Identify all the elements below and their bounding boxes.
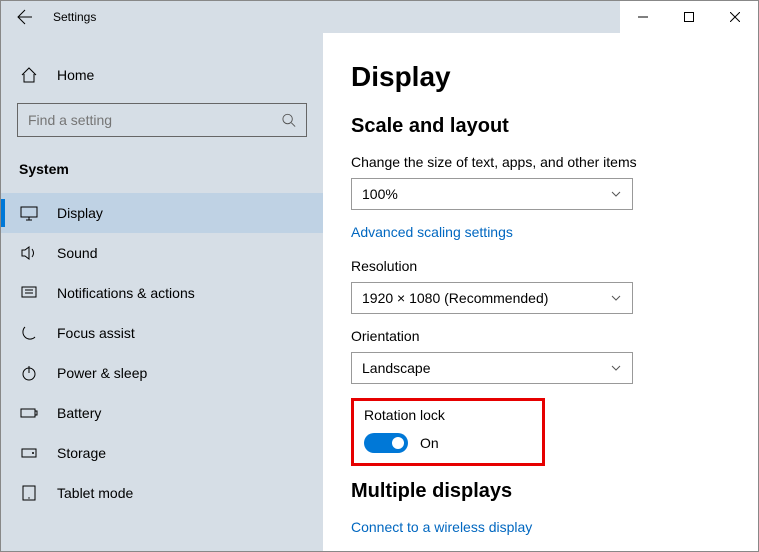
rotation-lock-state: On	[420, 435, 439, 451]
orientation-value: Landscape	[362, 360, 431, 376]
resolution-label: Resolution	[351, 258, 740, 274]
connect-wireless-link[interactable]: Connect to a wireless display	[351, 519, 532, 535]
sidebar-item-sound[interactable]: Sound	[1, 233, 323, 273]
arrow-left-icon	[17, 9, 33, 25]
window-controls	[620, 1, 758, 33]
sidebar-item-notifications[interactable]: Notifications & actions	[1, 273, 323, 313]
rotation-lock-highlight: Rotation lock On	[351, 398, 545, 466]
rotation-lock-label: Rotation lock	[364, 407, 530, 423]
display-icon	[19, 203, 39, 223]
maximize-icon	[684, 12, 694, 22]
focus-assist-icon	[19, 323, 39, 343]
sidebar-item-label: Focus assist	[57, 325, 135, 341]
scale-label: Change the size of text, apps, and other…	[351, 154, 740, 170]
sidebar-item-label: Tablet mode	[57, 485, 133, 501]
chevron-down-icon	[610, 292, 622, 304]
scale-select[interactable]: 100%	[351, 178, 633, 210]
search-input[interactable]	[17, 103, 307, 137]
scale-value: 100%	[362, 186, 398, 202]
back-button[interactable]	[1, 1, 49, 33]
maximize-button[interactable]	[666, 1, 712, 33]
orientation-label: Orientation	[351, 328, 740, 344]
resolution-value: 1920 × 1080 (Recommended)	[362, 290, 548, 306]
scale-heading: Scale and layout	[351, 115, 740, 138]
close-icon	[730, 12, 740, 22]
home-icon	[19, 65, 39, 85]
search-field[interactable]	[28, 112, 281, 128]
search-icon	[281, 112, 296, 128]
sidebar: Home System Display Sound Notifications …	[1, 33, 323, 551]
sidebar-item-storage[interactable]: Storage	[1, 433, 323, 473]
sidebar-item-label: Storage	[57, 445, 106, 461]
storage-icon	[19, 443, 39, 463]
sidebar-item-power-sleep[interactable]: Power & sleep	[1, 353, 323, 393]
advanced-scaling-link[interactable]: Advanced scaling settings	[351, 224, 513, 240]
toggle-knob	[392, 437, 404, 449]
minimize-icon	[638, 12, 648, 22]
sidebar-item-battery[interactable]: Battery	[1, 393, 323, 433]
page-title: Display	[351, 61, 740, 93]
sidebar-item-label: Display	[57, 205, 103, 221]
power-icon	[19, 363, 39, 383]
sidebar-home-label: Home	[57, 67, 94, 83]
sound-icon	[19, 243, 39, 263]
window-title: Settings	[49, 10, 620, 24]
tablet-icon	[19, 483, 39, 503]
titlebar: Settings	[1, 1, 758, 33]
sidebar-item-label: Power & sleep	[57, 365, 147, 381]
sidebar-item-label: Notifications & actions	[57, 285, 195, 301]
sidebar-home[interactable]: Home	[1, 55, 323, 95]
sidebar-item-label: Battery	[57, 405, 101, 421]
battery-icon	[19, 403, 39, 423]
rotation-lock-toggle[interactable]	[364, 433, 408, 453]
sidebar-item-display[interactable]: Display	[1, 193, 323, 233]
chevron-down-icon	[610, 188, 622, 200]
main-panel: Display Scale and layout Change the size…	[323, 33, 758, 551]
sidebar-item-focus-assist[interactable]: Focus assist	[1, 313, 323, 353]
multiple-displays-heading: Multiple displays	[351, 480, 740, 503]
chevron-down-icon	[610, 362, 622, 374]
sidebar-item-label: Sound	[57, 245, 97, 261]
resolution-select[interactable]: 1920 × 1080 (Recommended)	[351, 282, 633, 314]
notifications-icon	[19, 283, 39, 303]
sidebar-category: System	[1, 145, 323, 193]
orientation-select[interactable]: Landscape	[351, 352, 633, 384]
minimize-button[interactable]	[620, 1, 666, 33]
sidebar-item-tablet-mode[interactable]: Tablet mode	[1, 473, 323, 513]
close-button[interactable]	[712, 1, 758, 33]
